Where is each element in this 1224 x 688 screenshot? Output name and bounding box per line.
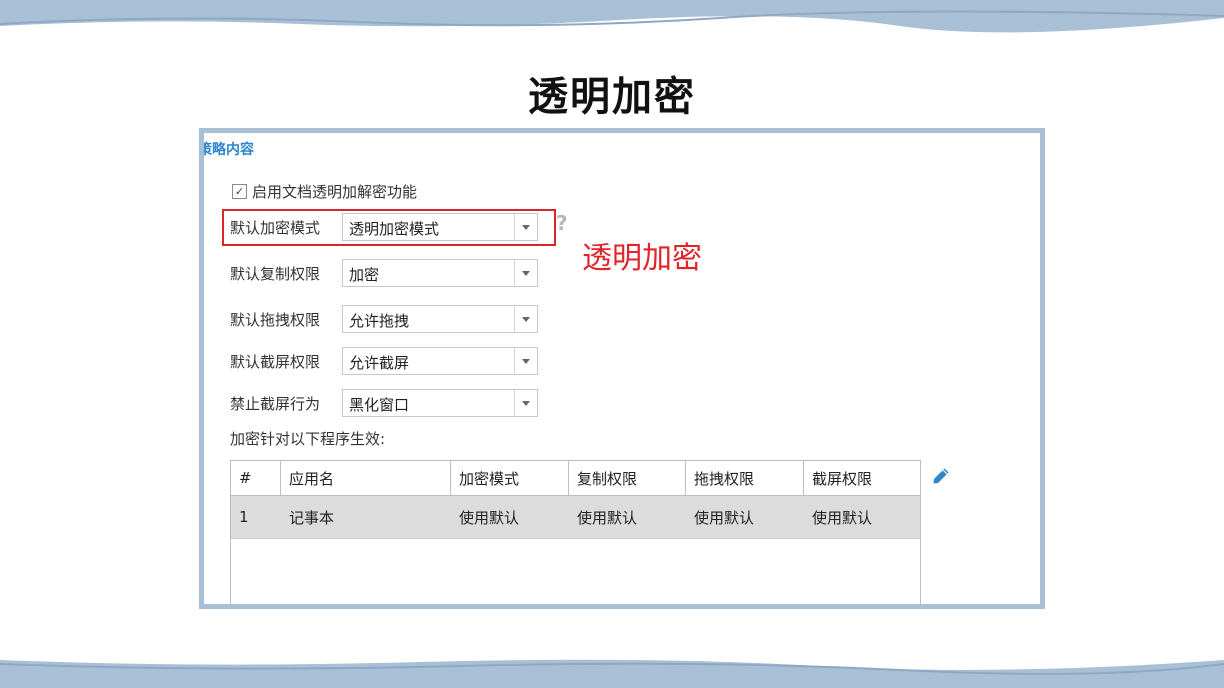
table-cell: 使用默认	[459, 508, 520, 527]
field-drag-permission: 默认拖拽权限 允许拖拽	[230, 305, 538, 333]
field-label: 默认拖拽权限	[230, 310, 321, 329]
table-cell: 记事本	[289, 508, 335, 527]
annotation-label: 透明加密	[582, 241, 702, 276]
highlight-box	[222, 209, 556, 246]
column-header[interactable]: #	[231, 461, 281, 495]
field-copy-permission: 默认复制权限 加密	[230, 259, 538, 287]
field-screenshot-block-behavior: 禁止截屏行为 黑化窗口	[230, 389, 538, 417]
chevron-down-icon[interactable]	[514, 390, 537, 416]
table-row[interactable]: 1 记事本 使用默认 使用默认 使用默认 使用默认	[231, 496, 920, 539]
enable-encryption-label: 启用文档透明加解密功能	[252, 183, 418, 201]
chevron-down-icon[interactable]	[514, 348, 537, 374]
column-header[interactable]: 拖拽权限	[686, 461, 804, 495]
table-caption: 加密针对以下程序生效:	[230, 430, 386, 448]
chevron-down-icon[interactable]	[514, 306, 537, 332]
screenshot-block-behavior-select[interactable]: 黑化窗口	[342, 389, 538, 417]
select-value: 黑化窗口	[349, 396, 410, 414]
top-band-texture	[0, 10, 1224, 34]
table-cell: 1	[239, 508, 249, 526]
table-cell: 使用默认	[694, 508, 755, 527]
column-header[interactable]: 截屏权限	[804, 461, 920, 495]
column-header[interactable]: 复制权限	[569, 461, 686, 495]
column-header[interactable]: 加密模式	[451, 461, 569, 495]
field-label: 默认复制权限	[230, 264, 321, 283]
copy-permission-select[interactable]: 加密	[342, 259, 538, 287]
select-value: 允许截屏	[349, 354, 410, 372]
bottom-decorative-band	[0, 656, 1224, 688]
field-label: 禁止截屏行为	[230, 394, 321, 413]
field-label: 默认截屏权限	[230, 352, 321, 371]
top-decorative-band	[0, 0, 1224, 34]
field-screenshot-permission: 默认截屏权限 允许截屏	[230, 347, 538, 375]
select-value: 加密	[349, 266, 380, 284]
pencil-icon[interactable]	[932, 467, 950, 485]
drag-permission-select[interactable]: 允许拖拽	[342, 305, 538, 333]
table-cell: 使用默认	[577, 508, 638, 527]
chevron-down-icon[interactable]	[514, 260, 537, 286]
select-value: 允许拖拽	[349, 312, 410, 330]
application-table: # 应用名 加密模式 复制权限 拖拽权限 截屏权限 1 记事本 使用默认 使用默…	[230, 460, 921, 604]
table-header-row: # 应用名 加密模式 复制权限 拖拽权限 截屏权限	[231, 461, 920, 496]
question-mark-icon[interactable]: ?	[556, 211, 568, 235]
enable-encryption-checkbox[interactable]: ✓	[232, 184, 247, 199]
section-title: 策略内容	[199, 142, 254, 158]
table-cell: 使用默认	[812, 508, 873, 527]
screenshot-permission-select[interactable]: 允许截屏	[342, 347, 538, 375]
policy-panel: 策略内容 ✓ 启用文档透明加解密功能 默认加密模式 透明加密模式 默认复制权限 …	[199, 128, 1045, 609]
bottom-band-texture	[0, 656, 1224, 675]
slide-title: 透明加密	[528, 74, 696, 120]
enable-encryption-row[interactable]: ✓ 启用文档透明加解密功能	[232, 181, 417, 202]
column-header[interactable]: 应用名	[281, 461, 451, 495]
